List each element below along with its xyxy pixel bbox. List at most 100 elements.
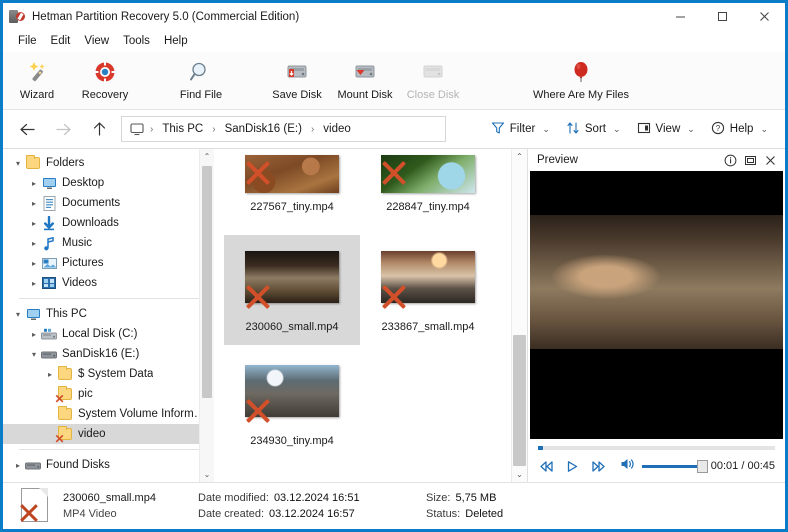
chevron-down-icon[interactable]: ▾ xyxy=(11,305,25,323)
info-circle-icon[interactable] xyxy=(722,152,739,169)
chevron-right-icon[interactable]: ▸ xyxy=(27,214,41,232)
file-row: 230060_small.mp4 233867_small.mp4 xyxy=(224,235,511,345)
sidebar-item-pictures[interactable]: ▸ Pictures xyxy=(3,253,214,273)
maximize-button[interactable] xyxy=(701,3,743,30)
folder-tree[interactable]: ▾ Folders ▸ Desktop ▸ Documents ▸ Downlo… xyxy=(3,149,214,482)
volume-slider[interactable] xyxy=(642,459,708,473)
toolbar-save-disk[interactable]: Save Disk xyxy=(263,56,331,101)
thumbnail-image xyxy=(381,251,475,303)
sidebar-item-sandisk16-e[interactable]: ▾ SanDisk16 (E:) xyxy=(3,344,214,364)
chevron-right-icon[interactable]: ▸ xyxy=(11,456,25,474)
view-label: View xyxy=(655,123,681,135)
preview-video[interactable] xyxy=(530,171,783,439)
toolbar-find-file[interactable]: Find File xyxy=(167,56,235,101)
breadcrumb[interactable]: › This PC › SanDisk16 (E:) › video xyxy=(121,116,446,142)
sidebar-label: Desktop xyxy=(62,177,105,189)
chevron-down-icon: ⌄ xyxy=(542,123,550,134)
chevron-down-icon[interactable]: ▾ xyxy=(11,154,25,172)
main-body: ▾ Folders ▸ Desktop ▸ Documents ▸ Downlo… xyxy=(3,148,785,482)
chevron-right-icon[interactable]: ▸ xyxy=(27,325,41,343)
sidebar-item-desktop[interactable]: ▸ Desktop xyxy=(3,173,214,193)
menu-view[interactable]: View xyxy=(77,33,116,49)
chevron-right-icon[interactable]: ▸ xyxy=(27,234,41,252)
breadcrumb-item-this-pc[interactable]: This PC xyxy=(157,121,208,137)
menu-file[interactable]: File xyxy=(11,33,44,49)
file-item[interactable]: 233867_small.mp4 xyxy=(360,235,496,345)
chevron-down-icon: ⌄ xyxy=(612,123,621,134)
popout-icon[interactable] xyxy=(742,152,759,169)
status-badge: Deleted xyxy=(465,508,504,520)
file-grid-scrollbar[interactable]: ⌃ ⌄ xyxy=(511,149,527,482)
sidebar-scrollbar[interactable]: ⌃ ⌄ xyxy=(199,149,214,482)
sidebar-item-videos[interactable]: ▸ Videos xyxy=(3,273,214,293)
window-title: Hetman Partition Recovery 5.0 (Commercia… xyxy=(32,10,300,23)
chevron-right-icon[interactable]: ▸ xyxy=(27,274,41,292)
close-icon[interactable] xyxy=(762,152,779,169)
sidebar-item-this-pc[interactable]: ▾ This PC xyxy=(3,304,214,324)
videos-icon xyxy=(41,275,57,291)
rewind-button[interactable] xyxy=(536,456,556,476)
fast-forward-button[interactable] xyxy=(588,456,608,476)
desktop-icon xyxy=(41,175,57,191)
nav-tools: Filter ⌄ Sort ⌄ View ⌄ ? Help ⌄ xyxy=(484,117,779,142)
volume-control[interactable] xyxy=(620,457,708,476)
scroll-down-icon[interactable]: ⌄ xyxy=(512,467,527,482)
play-button[interactable] xyxy=(562,456,582,476)
volume-slider-knob[interactable] xyxy=(697,459,708,473)
sidebar-item-documents[interactable]: ▸ Documents xyxy=(3,193,214,213)
filter-dropdown[interactable]: Filter ⌄ xyxy=(484,117,557,142)
toolbar-where-are-my-files[interactable]: Where Are My Files xyxy=(521,56,641,101)
sidebar-label: Videos xyxy=(62,277,97,289)
back-button[interactable] xyxy=(9,114,45,144)
sidebar-item-local-disk-c[interactable]: ▸ Local Disk (C:) xyxy=(3,324,214,344)
menu-edit[interactable]: Edit xyxy=(44,33,78,49)
scroll-up-icon[interactable]: ⌃ xyxy=(512,149,527,164)
scroll-up-icon[interactable]: ⌃ xyxy=(200,149,214,164)
breadcrumb-item-video[interactable]: video xyxy=(318,121,356,137)
breadcrumb-item-sandisk[interactable]: SanDisk16 (E:) xyxy=(220,121,307,137)
sidebar-item-video[interactable]: ▸ ✕ video xyxy=(3,424,214,445)
scroll-down-icon[interactable]: ⌄ xyxy=(200,467,214,482)
sidebar-item-found-disks[interactable]: ▸ Found Disks xyxy=(3,455,214,475)
chevron-right-icon[interactable]: ▸ xyxy=(27,194,41,212)
sidebar-item-music[interactable]: ▸ Music xyxy=(3,233,214,253)
file-grid[interactable]: 227567_tiny.mp4 228847_tiny.mp4 230060_s… xyxy=(218,149,511,482)
menu-tools[interactable]: Tools xyxy=(116,33,157,49)
file-name: 233867_small.mp4 xyxy=(381,321,475,333)
chevron-right-icon[interactable]: ▸ xyxy=(27,174,41,192)
file-item[interactable]: 234930_tiny.mp4 xyxy=(224,357,360,459)
help-dropdown[interactable]: ? Help ⌄ xyxy=(704,117,775,142)
close-button[interactable] xyxy=(743,3,785,30)
file-item-selected[interactable]: 230060_small.mp4 xyxy=(224,235,360,345)
toolbar-wizard[interactable]: Wizard xyxy=(3,56,71,101)
sidebar-item-system-data[interactable]: ▸ $ System Data xyxy=(3,364,214,384)
menu-help[interactable]: Help xyxy=(157,33,195,49)
file-item[interactable]: 228847_tiny.mp4 xyxy=(360,153,496,221)
toolbar-recovery[interactable]: Recovery xyxy=(71,56,139,101)
speaker-icon[interactable] xyxy=(620,457,636,476)
sidebar-item-downloads[interactable]: ▸ Downloads xyxy=(3,213,214,233)
minimize-button[interactable] xyxy=(659,3,701,30)
toolbar-mount-disk[interactable]: Mount Disk xyxy=(331,56,399,101)
sidebar-scrollbar-thumb[interactable] xyxy=(202,166,212,398)
chevron-down-icon[interactable]: ▾ xyxy=(27,345,41,363)
seek-bar[interactable] xyxy=(538,446,775,450)
chevron-right-icon[interactable]: ▸ xyxy=(27,254,41,272)
sidebar-label: Folders xyxy=(46,157,85,169)
help-label: Help xyxy=(729,123,754,135)
menu-bar: File Edit View Tools Help xyxy=(3,30,785,52)
file-grid-scrollbar-thumb[interactable] xyxy=(513,335,526,466)
sort-label: Sort xyxy=(584,123,606,135)
sidebar-item-folders[interactable]: ▾ Folders xyxy=(3,153,214,173)
view-dropdown[interactable]: View ⌄ xyxy=(630,117,702,142)
file-item[interactable]: 227567_tiny.mp4 xyxy=(224,153,360,221)
thumbnail-image xyxy=(245,365,339,417)
chevron-right-icon[interactable]: ▸ xyxy=(43,365,57,383)
deleted-file-icon xyxy=(21,488,51,524)
up-button[interactable] xyxy=(81,114,117,144)
sidebar-item-system-volume-information[interactable]: ▸ System Volume Information xyxy=(3,404,214,424)
sidebar-item-pic[interactable]: ▸ ✕ pic xyxy=(3,384,214,405)
folder-deleted-icon: ✕ xyxy=(54,426,73,445)
navigation-bar: › This PC › SanDisk16 (E:) › video Filte… xyxy=(3,110,785,148)
sort-dropdown[interactable]: Sort ⌄ xyxy=(559,117,628,142)
